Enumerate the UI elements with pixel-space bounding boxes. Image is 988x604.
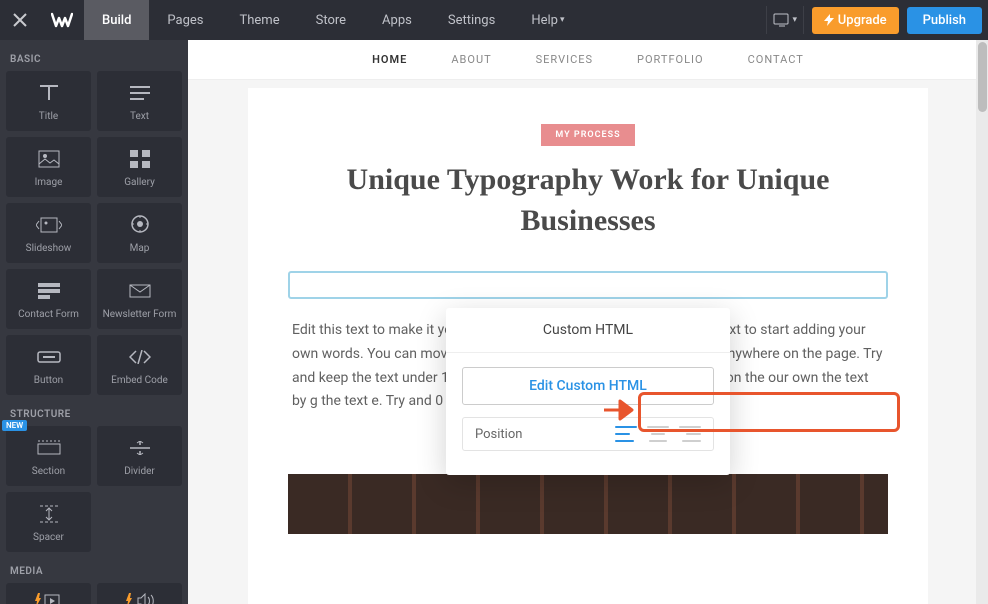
widget-gallery[interactable]: Gallery — [97, 137, 182, 197]
logo-icon — [51, 12, 73, 28]
image-strip[interactable] — [288, 474, 888, 534]
section-basic: BASIC — [6, 40, 182, 71]
widget-audio[interactable] — [97, 583, 182, 604]
tab-apps[interactable]: Apps — [364, 0, 430, 40]
image-icon — [38, 150, 60, 168]
publish-button[interactable]: Publish — [907, 7, 982, 34]
close-button[interactable] — [0, 0, 40, 40]
widget-map[interactable]: Map — [97, 203, 182, 263]
bolt-icon — [824, 14, 834, 26]
canvas: HOME ABOUT SERVICES PORTFOLIO CONTACT MY… — [188, 40, 988, 604]
page-tag[interactable]: MY PROCESS — [541, 124, 634, 146]
widget-image[interactable]: Image — [6, 137, 91, 197]
envelope-icon — [129, 284, 151, 298]
audio-bolt-icon — [126, 593, 154, 604]
widget-button[interactable]: Button — [6, 335, 91, 395]
new-badge: NEW — [2, 420, 27, 431]
edit-custom-html-button[interactable]: Edit Custom HTML — [462, 367, 714, 405]
site-nav: HOME ABOUT SERVICES PORTFOLIO CONTACT — [188, 40, 988, 80]
popover-title: Custom HTML — [446, 308, 730, 353]
page-headline[interactable]: Unique Typography Work for Unique Busine… — [288, 160, 888, 241]
position-row: Position — [462, 417, 714, 451]
position-label: Position — [475, 427, 522, 442]
position-segmented — [615, 426, 701, 442]
scrollbar-thumb[interactable] — [978, 42, 987, 112]
tab-store[interactable]: Store — [298, 0, 364, 40]
device-preview-button[interactable]: ▾ — [766, 6, 804, 34]
tab-pages[interactable]: Pages — [149, 0, 221, 40]
widget-embed-code[interactable]: Embed Code — [97, 335, 182, 395]
tab-settings[interactable]: Settings — [430, 0, 513, 40]
nav-services[interactable]: SERVICES — [536, 53, 593, 66]
nav-home[interactable]: HOME — [372, 53, 407, 66]
video-bolt-icon — [35, 593, 63, 604]
align-left[interactable] — [615, 426, 637, 442]
custom-html-popover: Custom HTML Edit Custom HTML Position — [446, 308, 730, 475]
widget-slideshow[interactable]: Slideshow — [6, 203, 91, 263]
text-icon — [129, 85, 151, 101]
spacer-icon — [39, 505, 59, 523]
align-right[interactable] — [679, 426, 701, 442]
weebly-logo[interactable] — [40, 0, 84, 40]
nav-about[interactable]: ABOUT — [451, 53, 491, 66]
nav-portfolio[interactable]: PORTFOLIO — [637, 53, 704, 66]
monitor-icon — [773, 13, 791, 27]
topbar: Build Pages Theme Store Apps Settings He… — [0, 0, 988, 40]
widget-contact-form[interactable]: Contact Form — [6, 269, 91, 329]
form-icon — [38, 283, 60, 299]
tab-build[interactable]: Build — [84, 0, 149, 40]
tab-help[interactable]: Help▾ — [513, 0, 582, 40]
widget-spacer[interactable]: Spacer — [6, 492, 91, 552]
code-icon — [129, 350, 151, 364]
map-icon — [131, 215, 149, 235]
slideshow-icon — [36, 217, 62, 233]
title-icon — [38, 84, 60, 102]
upgrade-button[interactable]: Upgrade — [812, 7, 899, 34]
main: BASIC Title Text Image Gallery Slideshow… — [0, 40, 988, 604]
widget-text[interactable]: Text — [97, 71, 182, 131]
button-icon — [37, 351, 61, 363]
widget-newsletter-form[interactable]: Newsletter Form — [97, 269, 182, 329]
widget-divider[interactable]: Divider — [97, 426, 182, 486]
tab-theme[interactable]: Theme — [222, 0, 298, 40]
close-icon — [13, 13, 27, 27]
divider-icon — [129, 441, 151, 455]
widget-section[interactable]: NEWSection — [6, 426, 91, 486]
widget-title[interactable]: Title — [6, 71, 91, 131]
widget-hd-video[interactable] — [6, 583, 91, 604]
section-icon — [37, 440, 61, 456]
section-structure: STRUCTURE — [6, 395, 182, 426]
gallery-icon — [130, 150, 150, 168]
sidebar: BASIC Title Text Image Gallery Slideshow… — [0, 40, 188, 604]
nav-contact[interactable]: CONTACT — [748, 53, 804, 66]
topbar-left — [0, 0, 84, 40]
scrollbar[interactable] — [976, 40, 988, 604]
embed-code-slot[interactable] — [288, 271, 888, 299]
section-media: MEDIA — [6, 552, 182, 583]
align-center[interactable] — [647, 426, 669, 442]
